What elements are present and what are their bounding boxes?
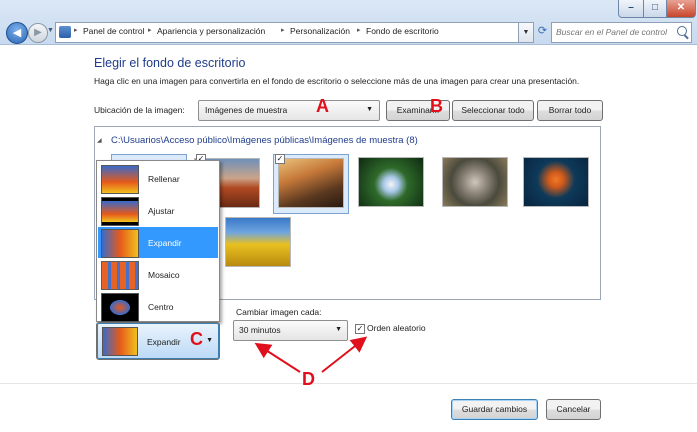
arrow-to-interval — [254, 342, 301, 373]
arrow-to-shuffle — [321, 336, 368, 373]
annotation-arrows — [254, 336, 368, 373]
